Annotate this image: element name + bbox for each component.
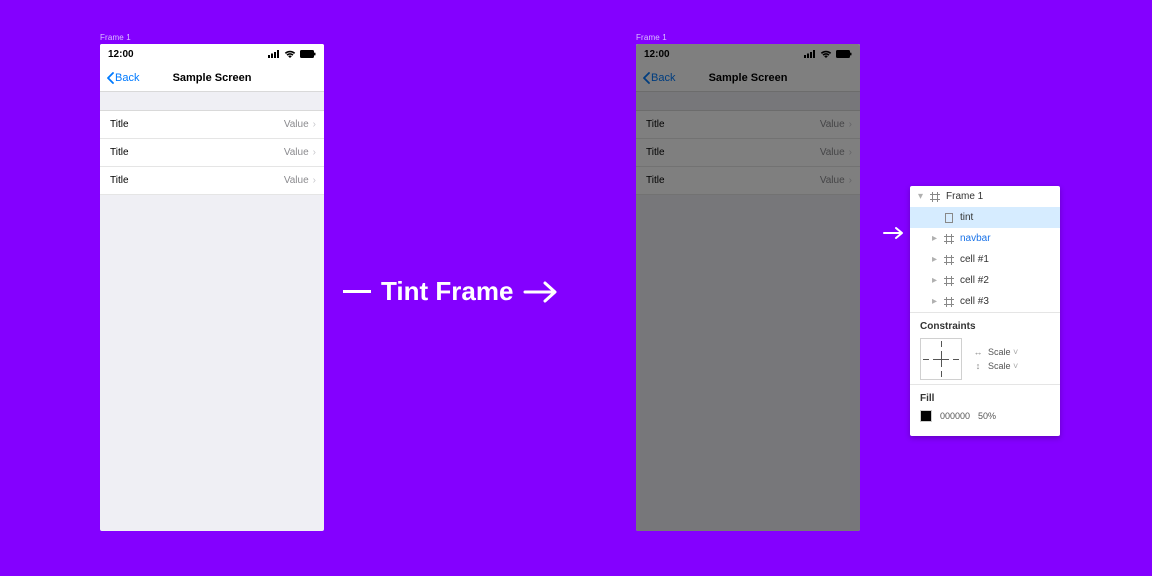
cell-value: Value <box>284 175 309 186</box>
disclosure-icon: ▸ <box>932 233 938 244</box>
frame-icon <box>944 234 954 244</box>
table-row[interactable]: Title Value › <box>100 139 324 167</box>
layer-row-frame1[interactable]: ▾ Frame 1 <box>910 186 1060 207</box>
phone-right: 12:00 Back Sample Screen Title Value › Ti… <box>636 44 860 531</box>
constraint-h-value: Scale <box>988 347 1018 357</box>
table-row[interactable]: Title Value › <box>636 111 860 139</box>
table-row[interactable]: Title Value › <box>636 167 860 195</box>
layer-name: Frame 1 <box>946 191 983 202</box>
navbar: Back Sample Screen <box>636 64 860 92</box>
rectangle-icon <box>944 213 954 223</box>
disclosure-icon: ▾ <box>918 191 924 202</box>
signal-icon <box>268 50 280 58</box>
constraint-horizontal-select[interactable]: ↔ Scale <box>972 347 1018 357</box>
caption-text: Tint Frame <box>381 276 513 307</box>
layer-name: cell #1 <box>960 254 989 265</box>
constraint-v-value: Scale <box>988 361 1018 371</box>
status-time: 12:00 <box>108 49 134 60</box>
back-button[interactable]: Back <box>106 64 139 91</box>
layers-panel: ▾ Frame 1 tint ▸ navbar ▸ cell #1 ▸ cell… <box>910 186 1060 436</box>
cell-title: Title <box>110 147 129 158</box>
cell-value: Value <box>284 119 309 130</box>
arrows-horizontal-icon: ↔ <box>972 347 984 357</box>
nav-title: Sample Screen <box>173 72 252 84</box>
constraint-vertical-select[interactable]: ↕ Scale <box>972 361 1018 371</box>
chevron-right-icon: › <box>849 175 852 186</box>
frame-label-left: Frame 1 <box>100 33 131 42</box>
table-row[interactable]: Title Value › <box>100 167 324 195</box>
cell-title: Title <box>110 175 129 186</box>
chevron-right-icon: › <box>313 119 316 130</box>
back-label: Back <box>651 72 675 84</box>
frame-icon <box>930 192 940 202</box>
layer-name: cell #2 <box>960 275 989 286</box>
arrows-vertical-icon: ↕ <box>972 361 984 371</box>
wifi-icon <box>284 50 296 58</box>
statusbar: 12:00 <box>636 44 860 64</box>
table-row[interactable]: Title Value › <box>636 139 860 167</box>
back-label: Back <box>115 72 139 84</box>
constraints-widget[interactable] <box>920 338 962 380</box>
status-time: 12:00 <box>644 49 670 60</box>
cell-value: Value <box>284 147 309 158</box>
table-row[interactable]: Title Value › <box>100 111 324 139</box>
cell-value: Value <box>820 175 845 186</box>
fill-section: Fill 000000 50% <box>910 384 1060 426</box>
layer-row-cell1[interactable]: ▸ cell #1 <box>910 249 1060 270</box>
chevron-right-icon: › <box>849 147 852 158</box>
layer-row-cell2[interactable]: ▸ cell #2 <box>910 270 1060 291</box>
chevron-right-icon: › <box>849 119 852 130</box>
fill-opacity[interactable]: 50% <box>978 411 996 421</box>
disclosure-icon: ▸ <box>932 275 938 286</box>
cell-value: Value <box>820 119 845 130</box>
constraints-heading: Constraints <box>920 321 1050 332</box>
battery-icon <box>300 50 316 58</box>
layer-row-navbar[interactable]: ▸ navbar <box>910 228 1060 249</box>
cell-title: Title <box>110 119 129 130</box>
cell-value: Value <box>820 147 845 158</box>
battery-icon <box>836 50 852 58</box>
cell-title: Title <box>646 175 665 186</box>
caption: Tint Frame <box>343 276 559 307</box>
chevron-left-icon <box>106 72 114 84</box>
fill-hex[interactable]: 000000 <box>940 411 970 421</box>
back-button[interactable]: Back <box>642 64 675 91</box>
cell-title: Title <box>646 147 665 158</box>
phone-left: 12:00 Back Sample Screen Title Value › Ti… <box>100 44 324 531</box>
frame-icon <box>944 255 954 265</box>
layer-row-tint[interactable]: tint <box>910 207 1060 228</box>
arrow-right-icon <box>883 226 905 240</box>
layer-row-cell3[interactable]: ▸ cell #3 <box>910 291 1060 312</box>
fill-heading: Fill <box>920 393 1050 404</box>
status-icons <box>268 50 316 58</box>
layer-name: tint <box>960 212 973 223</box>
statusbar: 12:00 <box>100 44 324 64</box>
constraints-section: Constraints ↔ Scale ↕ Scale <box>910 312 1060 384</box>
cell-title: Title <box>646 119 665 130</box>
nav-title: Sample Screen <box>709 72 788 84</box>
chevron-right-icon: › <box>313 175 316 186</box>
frame-icon <box>944 297 954 307</box>
navbar: Back Sample Screen <box>100 64 324 92</box>
layer-name: navbar <box>960 233 991 244</box>
arrow-right-icon <box>523 280 559 304</box>
frame-label-right: Frame 1 <box>636 33 667 42</box>
signal-icon <box>804 50 816 58</box>
chevron-right-icon: › <box>313 147 316 158</box>
dash-icon <box>343 290 371 293</box>
disclosure-icon: ▸ <box>932 254 938 265</box>
layer-name: cell #3 <box>960 296 989 307</box>
chevron-left-icon <box>642 72 650 84</box>
frame-icon <box>944 276 954 286</box>
wifi-icon <box>820 50 832 58</box>
disclosure-icon: ▸ <box>932 296 938 307</box>
fill-swatch[interactable] <box>920 410 932 422</box>
status-icons <box>804 50 852 58</box>
